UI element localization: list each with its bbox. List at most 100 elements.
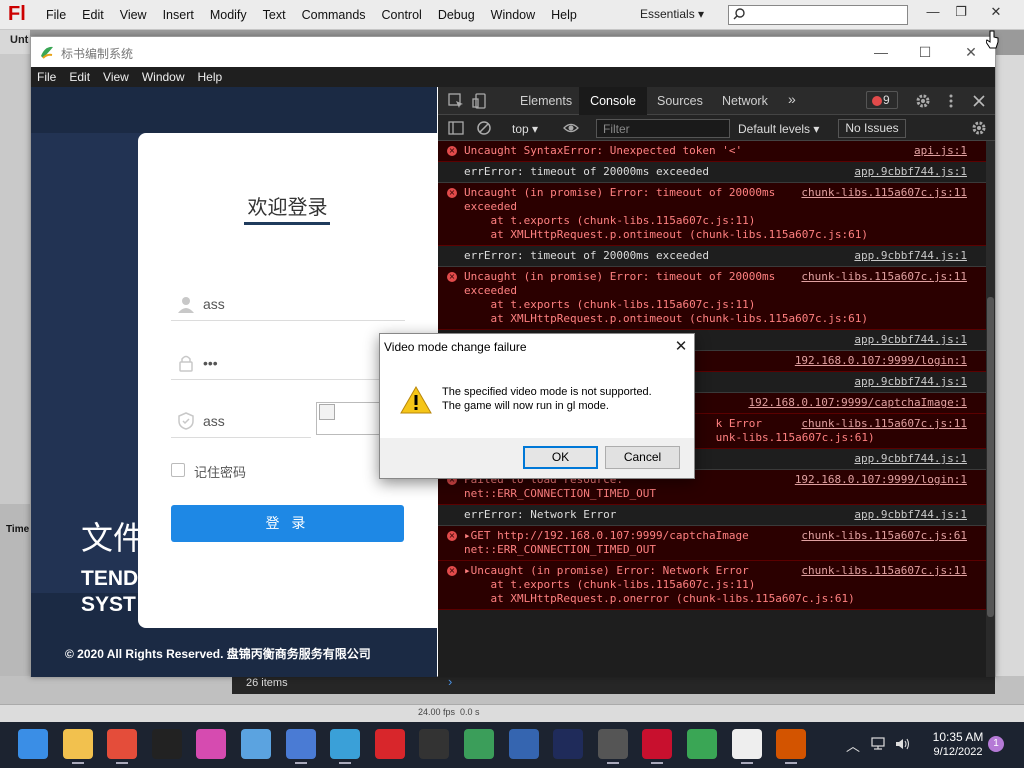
captcha-field[interactable]: ass — [171, 406, 311, 438]
cancel-button[interactable]: Cancel — [605, 446, 680, 469]
app-menu-item[interactable]: View — [103, 70, 129, 84]
log-source-link[interactable]: api.js:1 — [914, 144, 967, 158]
log-levels-dropdown[interactable]: Default levels ▾ — [738, 122, 819, 136]
file-explorer-icon[interactable] — [62, 729, 93, 759]
photoshop-icon[interactable] — [553, 729, 584, 759]
console-error-entry[interactable]: × Uncaught SyntaxError: Unexpected token … — [438, 141, 995, 162]
dialog-close-icon[interactable]: ✕ — [670, 336, 692, 358]
log-source-link[interactable]: chunk-libs.115a607c.js:61 — [801, 529, 967, 543]
acrobat-icon[interactable] — [374, 729, 405, 759]
app-menu-item[interactable]: File — [37, 70, 56, 84]
creative-cloud-icon[interactable] — [196, 729, 227, 759]
more-tabs-icon[interactable]: » — [788, 91, 796, 107]
flash-menu-item[interactable]: Edit — [82, 8, 114, 22]
chrome-icon[interactable] — [107, 729, 138, 759]
log-source-link[interactable]: app.9cbbf744.js:1 — [854, 452, 967, 466]
context-selector[interactable]: top ▾ — [512, 122, 538, 136]
console-log-entry[interactable]: errError: timeout of 20000ms exceeded app… — [438, 246, 995, 267]
log-source-link[interactable]: 192.168.0.107:9999/captchaImage:1 — [748, 396, 967, 410]
eye-icon[interactable] — [563, 120, 579, 136]
app-menu-item[interactable]: Window — [142, 70, 185, 84]
close-devtools-icon[interactable] — [971, 93, 987, 109]
tab-network[interactable]: Network — [722, 94, 768, 108]
app-close-icon[interactable]: ✕ — [951, 41, 991, 63]
app-minimize-icon[interactable]: — — [861, 41, 901, 63]
flash-menu-item[interactable]: Modify — [210, 8, 257, 22]
notepad-icon[interactable] — [330, 729, 361, 759]
console-prompt[interactable]: › — [448, 674, 452, 689]
git-icon[interactable] — [464, 729, 494, 759]
flash-menu-item[interactable]: Text — [263, 8, 296, 22]
flash-minimize-icon[interactable]: — — [922, 2, 944, 22]
gear-icon[interactable] — [915, 93, 931, 109]
flash-menu-item[interactable]: Debug — [438, 8, 485, 22]
wechat-browser-icon[interactable] — [241, 729, 271, 759]
sourcetree-icon[interactable] — [508, 729, 539, 759]
log-source-link[interactable]: app.9cbbf744.js:1 — [854, 249, 967, 263]
clock-time[interactable]: 10:35 AM — [926, 730, 990, 744]
log-stack[interactable]: at t.exports (chunk-libs.115a607c.js:11)… — [464, 214, 989, 242]
tab-console[interactable]: Console — [579, 87, 647, 115]
flash-menu-item[interactable]: Control — [382, 8, 432, 22]
console-scroll-thumb[interactable] — [987, 297, 994, 617]
log-source-link[interactable]: 192.168.0.107:9999/login:1 — [795, 354, 967, 368]
console-error-entry[interactable]: × Uncaught (in promise) Error: timeout of… — [438, 183, 995, 246]
network-icon[interactable] — [871, 737, 887, 751]
tray-chevron-icon[interactable]: ︿ — [846, 736, 860, 756]
device-toolbar-icon[interactable] — [472, 93, 488, 109]
log-source-link[interactable]: chunk-libs.115a607c.js:11 — [801, 270, 967, 284]
login-button[interactable]: 登 录 — [171, 505, 404, 542]
log-source-link[interactable]: chunk-libs.115a607c.js:11 — [801, 564, 967, 578]
tab-sources[interactable]: Sources — [657, 94, 703, 108]
qq-icon[interactable] — [151, 729, 182, 759]
qbittorrent-icon[interactable] — [285, 729, 316, 759]
console-settings-icon[interactable] — [971, 120, 987, 136]
app-menu-item[interactable]: Edit — [69, 70, 90, 84]
console-log-entry[interactable]: errError: Network Errorapp.9cbbf744.js:1 — [438, 505, 995, 526]
log-source-link[interactable]: app.9cbbf744.js:1 — [854, 375, 967, 389]
ok-button[interactable]: OK — [523, 446, 598, 469]
log-stack[interactable]: at t.exports (chunk-libs.115a607c.js:11)… — [464, 298, 989, 326]
log-source-link[interactable]: app.9cbbf744.js:1 — [854, 333, 967, 347]
log-source-link[interactable]: app.9cbbf744.js:1 — [854, 508, 967, 522]
log-source-link[interactable]: app.9cbbf744.js:1 — [854, 165, 967, 179]
console-error-entry[interactable]: × ▸GET http://192.168.0.107:9999/captchaI… — [438, 526, 995, 561]
password-field[interactable]: ••• — [171, 348, 405, 380]
console-log-entry[interactable]: errError: timeout of 20000ms exceeded app… — [438, 162, 995, 183]
start-icon[interactable] — [18, 729, 48, 759]
app-logo-icon[interactable] — [687, 729, 717, 759]
username-field[interactable]: ass — [171, 289, 405, 321]
flash-menu-item[interactable]: Insert — [163, 8, 204, 22]
log-source-link[interactable]: chunk-libs.115a607c.js:11 — [801, 186, 967, 200]
kebab-menu-icon[interactable] — [943, 93, 959, 109]
error-count-badge[interactable]: 9 — [866, 91, 898, 109]
sidebar-toggle-icon[interactable] — [448, 120, 464, 136]
flash-menu-item[interactable]: Help — [551, 8, 587, 22]
half-life-icon[interactable] — [776, 729, 807, 759]
volume-icon[interactable] — [895, 737, 911, 751]
app-maximize-icon[interactable]: ☐ — [905, 41, 945, 63]
flash-menu-item[interactable]: View — [120, 8, 157, 22]
app-menu-item[interactable]: Help — [198, 70, 223, 84]
flash-menu-item[interactable]: File — [46, 8, 76, 22]
inspect-element-icon[interactable] — [448, 93, 464, 109]
tab-elements[interactable]: Elements — [520, 94, 572, 108]
flash-menu-item[interactable]: Commands — [302, 8, 376, 22]
7zip-icon[interactable] — [419, 729, 450, 759]
console-error-entry[interactable]: × Uncaught (in promise) Error: timeout of… — [438, 267, 995, 330]
log-stack[interactable]: at t.exports (chunk-libs.115a607c.js:11)… — [464, 578, 989, 606]
console-error-entry[interactable]: × ▸Uncaught (in promise) Error: Network E… — [438, 561, 995, 610]
network-icon[interactable] — [597, 729, 628, 759]
flash-close-icon[interactable]: ✕ — [985, 2, 1007, 22]
issues-button[interactable]: No Issues — [838, 119, 906, 138]
notification-badge[interactable]: 1 — [988, 736, 1004, 752]
flash-restore-icon[interactable]: ❐ — [950, 2, 972, 22]
remember-password-checkbox[interactable] — [171, 463, 185, 477]
flash-document-tab[interactable]: Unt — [0, 30, 30, 54]
flash-menu-item[interactable]: Window — [491, 8, 545, 22]
clear-console-icon[interactable] — [476, 120, 492, 136]
clock-date[interactable]: 9/12/2022 — [926, 746, 990, 758]
flash-icon[interactable] — [642, 729, 673, 759]
workspace-dropdown[interactable]: Essentials ▾ — [640, 7, 704, 21]
flash-search-input[interactable] — [728, 5, 908, 25]
